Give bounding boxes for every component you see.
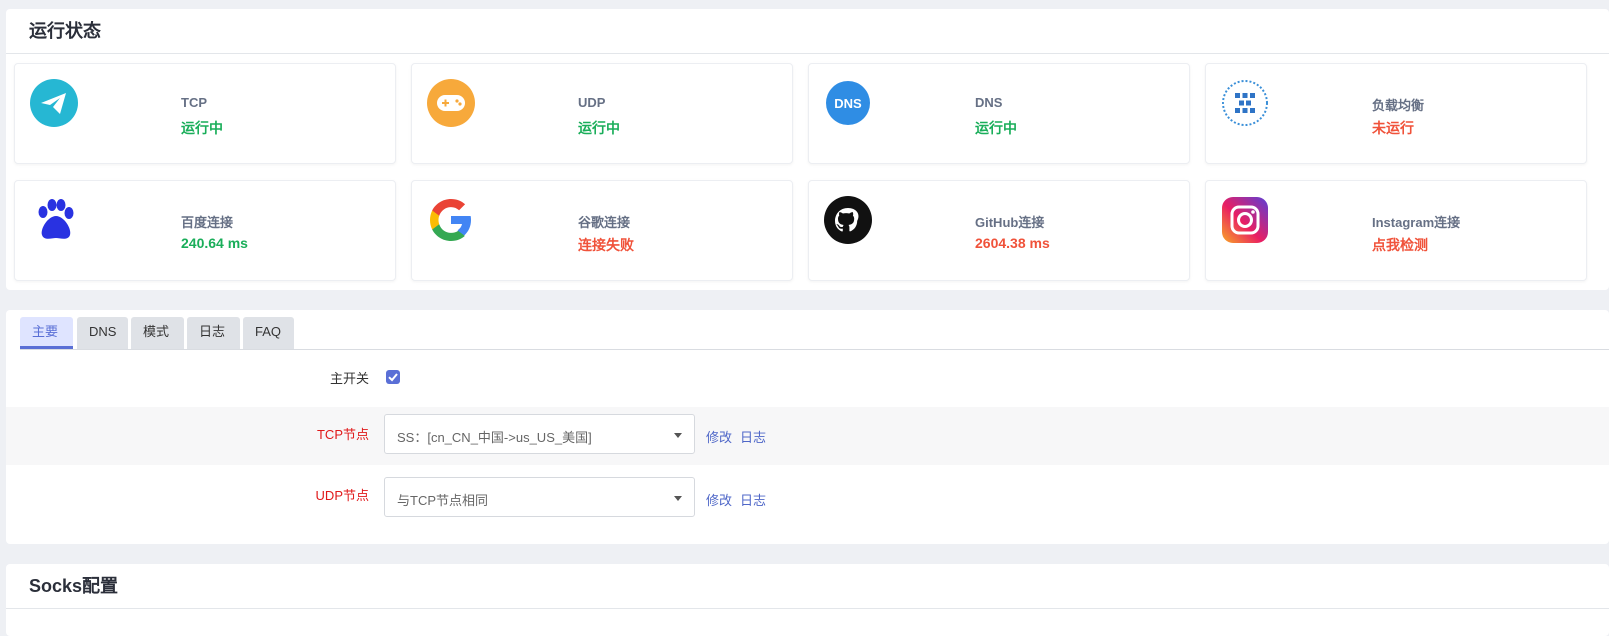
check-icon <box>388 373 398 382</box>
udp-node-value: 与TCP节点相同 <box>397 493 489 508</box>
tab-divider <box>20 349 1609 350</box>
status-card-baidu: 百度连接 240.64 ms <box>14 180 396 281</box>
tcp-node-row: TCP节点 SS：[cn_CN_中国->us_US_美国] 修改 日志 <box>6 407 1609 465</box>
status-card-instagram[interactable]: Instagram连接 点我检测 <box>1205 180 1587 281</box>
master-switch-row: 主开关 <box>6 351 1609 407</box>
tab-dns[interactable]: DNS <box>77 317 128 349</box>
gamepad-icon <box>427 79 475 127</box>
status-title: 运行状态 <box>6 9 1609 54</box>
dns-icon: DNS <box>826 81 870 125</box>
status-panel: 运行状态 TCP 运行中 UDP 运行中 DNS DNS 运行中 负载均衡 未运… <box>6 9 1609 290</box>
card-name: GitHub连接 <box>975 215 1045 230</box>
card-name: TCP <box>181 95 207 110</box>
google-icon <box>430 199 471 241</box>
status-card-google: 谷歌连接 连接失败 <box>411 180 793 281</box>
card-value: 连接失败 <box>578 237 634 253</box>
card-value: 240.64 ms <box>181 235 248 251</box>
status-card-dns: DNS DNS 运行中 <box>808 63 1190 164</box>
tab-main[interactable]: 主要 <box>20 317 73 349</box>
github-icon <box>824 196 872 244</box>
tcp-node-label: TCP节点 <box>316 427 369 442</box>
card-value: 运行中 <box>578 120 620 136</box>
tcp-node-edit-link[interactable]: 修改 <box>706 427 732 446</box>
master-switch-label: 主开关 <box>329 371 369 386</box>
card-name: UDP <box>578 95 606 110</box>
card-value: 2604.38 ms <box>975 235 1050 251</box>
card-name: Instagram连接 <box>1372 215 1461 230</box>
udp-node-row: UDP节点 与TCP节点相同 修改 日志 <box>6 465 1609 529</box>
status-card-github: GitHub连接 2604.38 ms <box>808 180 1190 281</box>
check-now-link[interactable]: 点我检测 <box>1372 235 1428 255</box>
card-value: 未运行 <box>1372 120 1414 136</box>
status-card-load-balance: 负载均衡 未运行 <box>1205 63 1587 164</box>
dns-icon-text: DNS <box>834 96 862 111</box>
master-switch-checkbox[interactable] <box>386 370 400 384</box>
baidu-paw-icon <box>38 199 74 239</box>
udp-node-select[interactable]: 与TCP节点相同 <box>384 477 695 517</box>
instagram-icon <box>1222 197 1268 243</box>
main-settings-panel: 主要 DNS 模式 日志 FAQ 主开关 TCP节点 SS：[cn_CN_中国-… <box>6 310 1609 544</box>
card-name: 谷歌连接 <box>578 215 631 230</box>
card-value: 运行中 <box>975 120 1017 136</box>
udp-node-log-link[interactable]: 日志 <box>740 490 766 509</box>
udp-node-edit-link[interactable]: 修改 <box>706 490 732 509</box>
status-card-tcp: TCP 运行中 <box>14 63 396 164</box>
chevron-down-icon <box>674 496 682 501</box>
socks-panel: Socks配置 <box>6 564 1609 636</box>
load-balance-icon <box>1222 80 1268 126</box>
card-value: 运行中 <box>181 120 223 136</box>
tab-mode[interactable]: 模式 <box>131 317 184 349</box>
udp-node-label: UDP节点 <box>315 488 369 503</box>
card-name: 负载均衡 <box>1372 98 1425 113</box>
tcp-node-select[interactable]: SS：[cn_CN_中国->us_US_美国] <box>384 414 695 454</box>
card-name: 百度连接 <box>181 215 234 230</box>
status-card-udp: UDP 运行中 <box>411 63 793 164</box>
paper-plane-icon <box>30 79 78 127</box>
card-name: DNS <box>975 95 1003 110</box>
socks-title: Socks配置 <box>6 564 1609 609</box>
tab-log[interactable]: 日志 <box>187 317 240 349</box>
tcp-node-log-link[interactable]: 日志 <box>740 427 766 446</box>
tcp-node-value: SS：[cn_CN_中国->us_US_美国] <box>397 430 592 445</box>
tab-faq[interactable]: FAQ <box>243 317 294 349</box>
chevron-down-icon <box>674 433 682 438</box>
